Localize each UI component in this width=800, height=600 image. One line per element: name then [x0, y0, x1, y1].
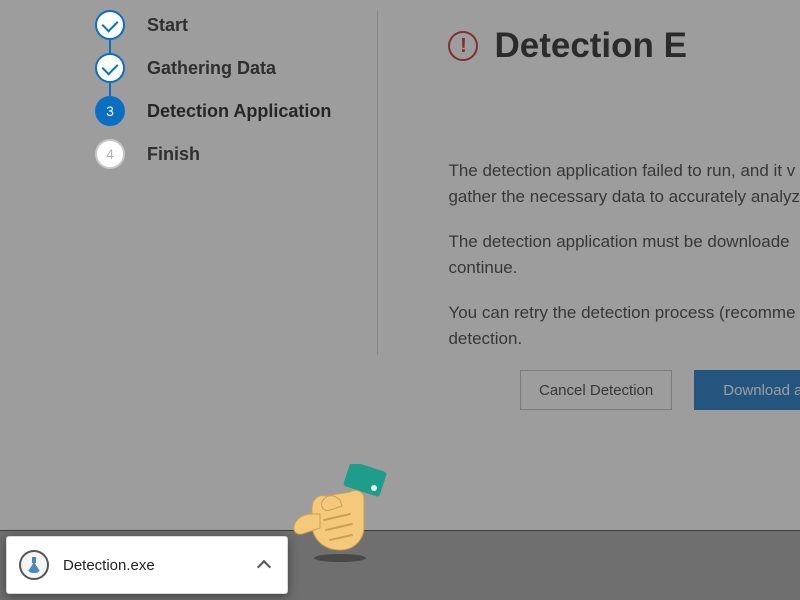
paragraph: The detection application must be downlo…	[448, 229, 800, 280]
chevron-up-icon[interactable]	[257, 560, 271, 574]
step-start[interactable]: Start	[95, 10, 357, 53]
download-and-run-button[interactable]: Download and R	[694, 370, 800, 410]
paragraph: You can retry the detection process (rec…	[448, 300, 800, 351]
step-detection-application[interactable]: 3 Detection Application	[95, 96, 357, 139]
step-finish[interactable]: 4 Finish	[95, 139, 357, 182]
download-filename: Detection.exe	[63, 557, 245, 574]
step-label: Detection Application	[147, 96, 331, 123]
stepper-column: Start Gathering Data 3 Detection Applica…	[0, 0, 377, 600]
step-connector	[109, 40, 111, 53]
cancel-detection-button[interactable]: Cancel Detection	[520, 370, 672, 410]
step-badge-done	[95, 53, 125, 83]
step-badge-done	[95, 10, 125, 40]
step-gathering-data[interactable]: Gathering Data	[95, 53, 357, 96]
check-icon	[102, 15, 119, 32]
paragraph: The detection application failed to run,…	[448, 158, 800, 209]
page-title: Detection E	[494, 26, 687, 66]
step-label: Gathering Data	[147, 53, 276, 80]
step-badge-pending: 4	[95, 139, 125, 169]
warning-circle-icon: !	[448, 31, 478, 61]
body-text: The detection application failed to run,…	[448, 158, 800, 351]
flask-app-icon	[19, 550, 49, 580]
action-button-row: Cancel Detection Download and R	[520, 370, 800, 410]
content-column: ! Detection E The detection application …	[378, 0, 800, 600]
heading-row: ! Detection E	[448, 26, 800, 66]
step-label: Start	[147, 10, 188, 37]
step-badge-active: 3	[95, 96, 125, 126]
check-icon	[102, 58, 119, 75]
stepper: Start Gathering Data 3 Detection Applica…	[95, 10, 357, 182]
step-label: Finish	[147, 139, 200, 166]
download-chip[interactable]: Detection.exe	[6, 536, 288, 594]
wizard-page: Start Gathering Data 3 Detection Applica…	[0, 0, 800, 600]
step-connector	[109, 83, 111, 96]
